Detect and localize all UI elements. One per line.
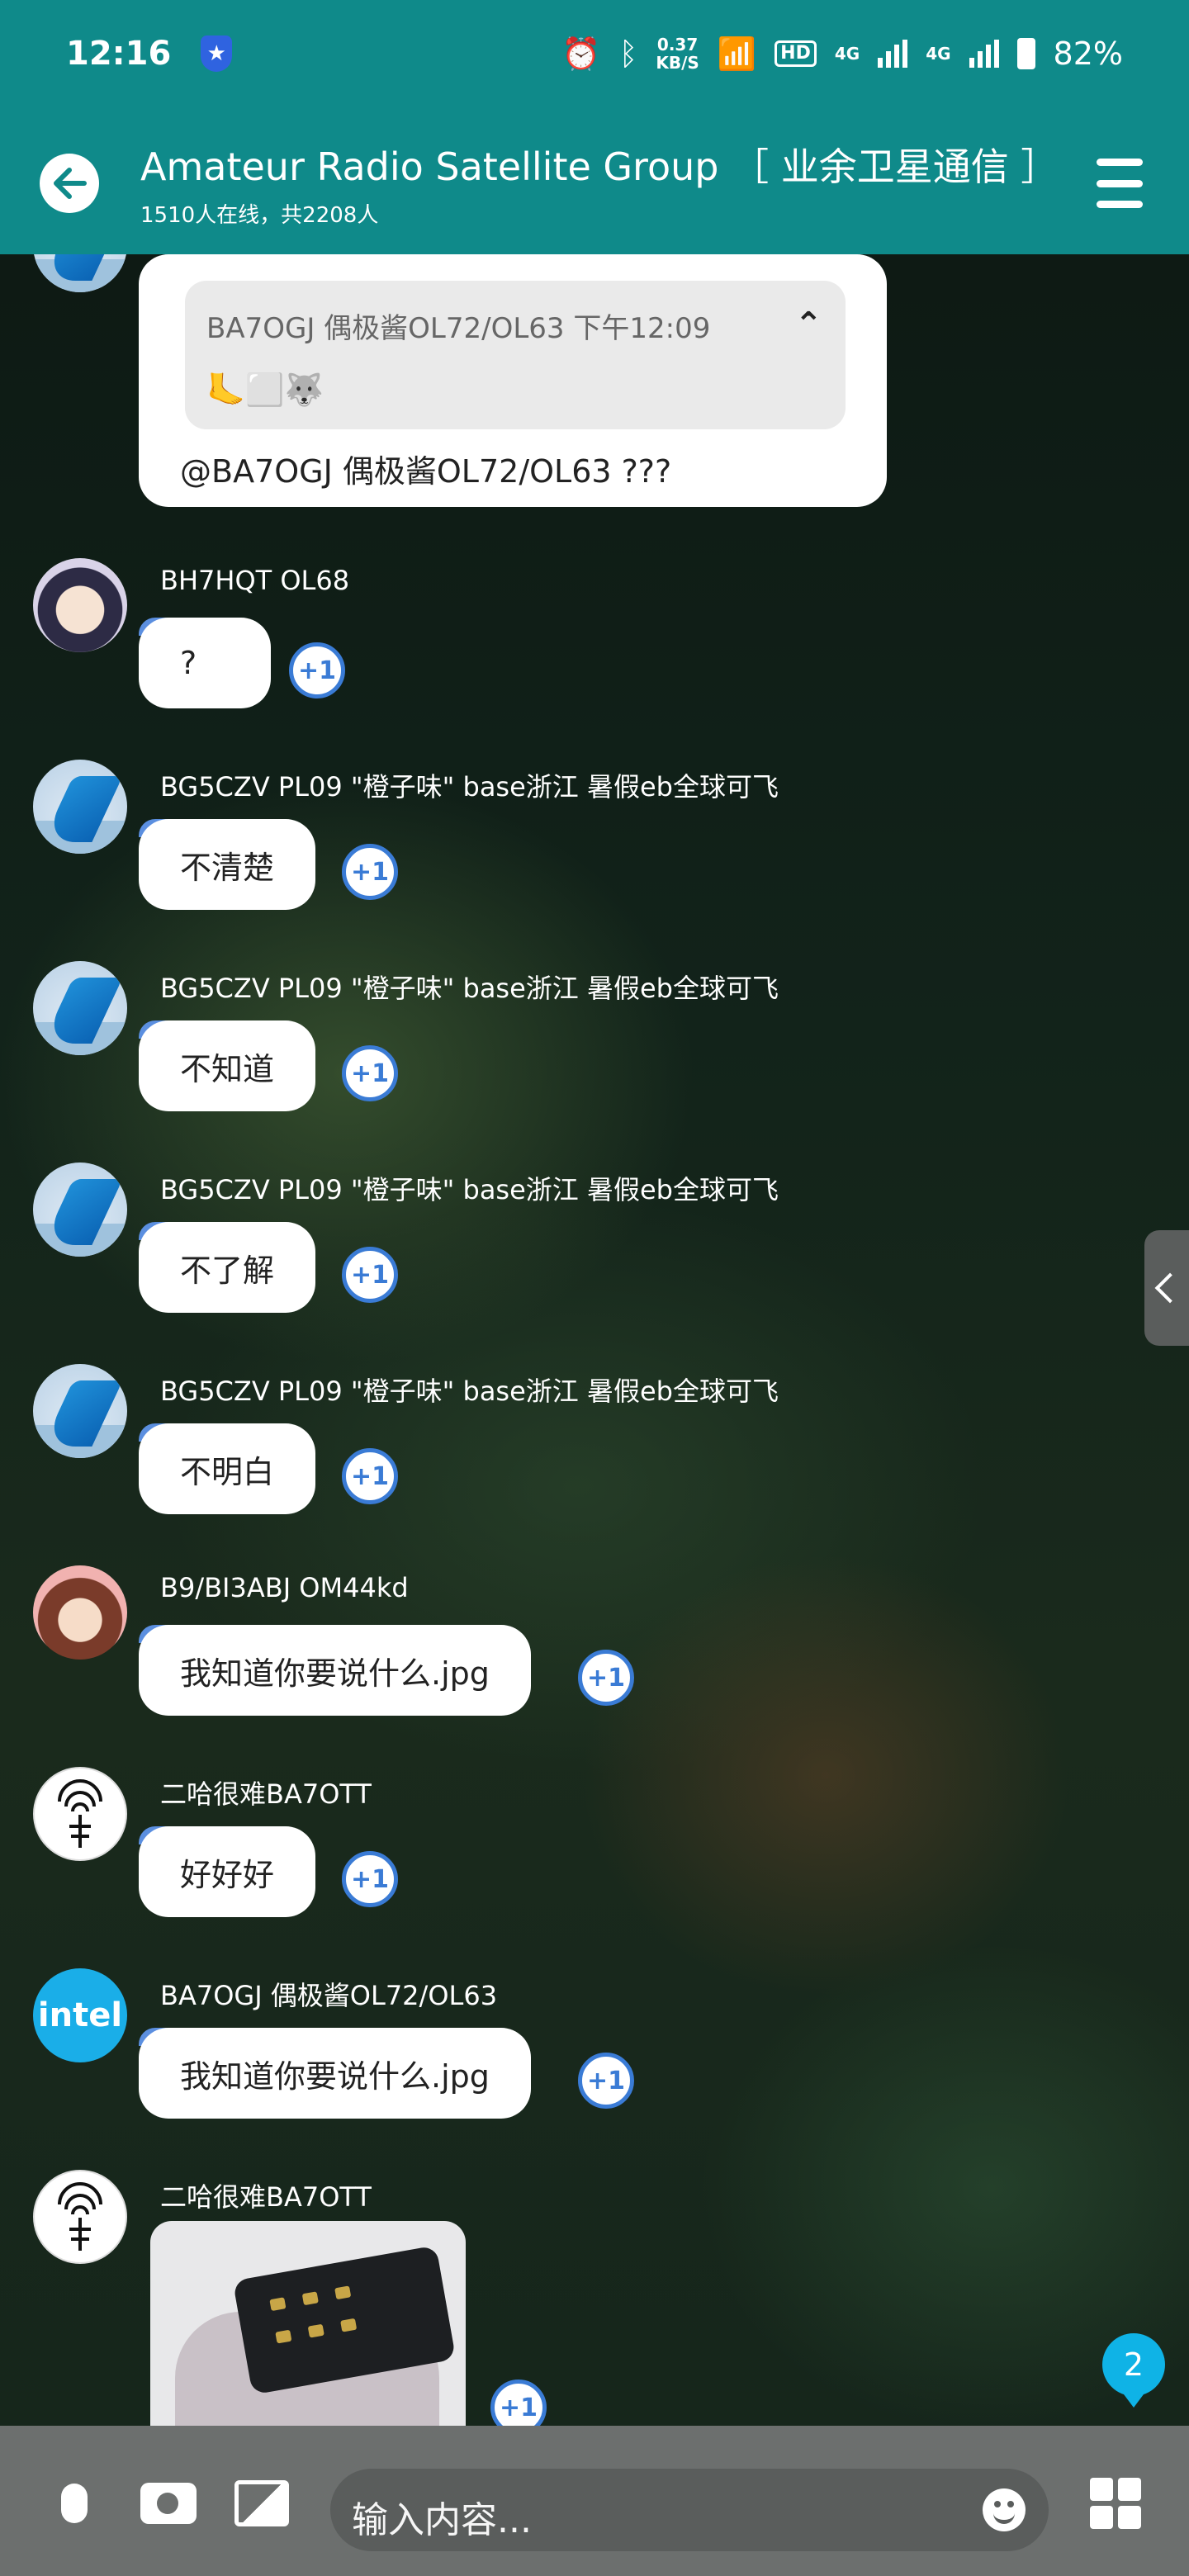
plus-one-button[interactable]: +1 [342,844,398,900]
plus-one-button[interactable]: +1 [342,1448,398,1504]
message-bubble[interactable]: 不明白 [139,1423,316,1514]
plus-one-button[interactable]: +1 [342,1247,398,1303]
plus-one-button[interactable]: +1 [490,2379,547,2426]
sender-name: BH7HQT OL68 [160,565,350,596]
avatar[interactable] [33,558,127,652]
image-message[interactable] [150,2221,466,2426]
message-text: @BA7OGJ 偶极酱OL72/OL63 ??? [180,453,672,490]
network-label-2: 4G [926,44,951,64]
quote-content: 🦶⬜🐺 [206,372,324,408]
emoji-icon[interactable] [983,2488,1026,2531]
avatar[interactable] [33,254,127,292]
sender-name: B9/BI3ABJ OM44kd [160,1572,409,1603]
battery-percent: 82% [1053,36,1123,72]
status-time: 12:16 [66,35,172,73]
avatar[interactable]: intel [33,1968,127,2062]
plus-one-button[interactable]: +1 [289,642,345,698]
message-bubble[interactable]: 好好好 [139,1826,316,1917]
message-bubble[interactable]: 不清楚 [139,819,316,910]
message-text: 我知道你要说什么.jpg [180,2057,490,2095]
sender-name: BG5CZV PL09 "橙子味" base浙江 暑假eb全球可飞 [160,1174,779,1205]
plus-one-button[interactable]: +1 [578,2053,634,2109]
message-text: 不了解 [180,1252,275,1289]
signal-icon-1 [878,40,908,68]
message-bubble[interactable]: 我知道你要说什么.jpg [139,2028,531,2119]
input-bar: 输入内容... [0,2426,1189,2576]
avatar[interactable] [33,1767,127,1861]
quote-sender: BA7OGJ 偶极酱OL72/OL63 下午12:09 [206,312,711,345]
menu-icon[interactable] [1097,159,1143,208]
avatar[interactable] [33,961,127,1055]
side-panel-toggle[interactable] [1144,1230,1189,1346]
antenna-icon [58,2182,102,2251]
back-arrow-icon [54,168,87,199]
input-placeholder: 输入内容... [352,2499,532,2541]
plus-one-button[interactable]: +1 [342,1045,398,1101]
shield-icon: ★ [201,36,233,72]
hd-icon: HD [775,40,817,67]
message-input[interactable]: 输入内容... [330,2469,1049,2551]
apps-icon[interactable] [1088,2475,1143,2531]
collapse-icon[interactable]: ⌃ [794,305,822,343]
status-bar: 12:16 ★ ⏰ ᛒ 0.37 KB/S 📶 HD 4G 4G 82% [0,0,1189,107]
chat-header: Amateur Radio Satellite Group ［ 业余卫星通信 ］… [0,107,1189,254]
wifi-icon: 📶 [717,35,757,72]
sender-name: BG5CZV PL09 "橙子味" base浙江 暑假eb全球可飞 [160,771,779,803]
battery-icon [1016,38,1035,69]
message-text: 我知道你要说什么.jpg [180,1655,490,1692]
alarm-icon: ⏰ [561,35,601,72]
avatar[interactable] [33,1163,127,1257]
avatar[interactable] [33,760,127,854]
camera-icon[interactable] [139,2475,198,2531]
quote-box[interactable]: BA7OGJ 偶极酱OL72/OL63 下午12:09 ⌃ 🦶⬜🐺 [185,281,846,429]
avatar[interactable] [33,1565,127,1660]
avatar[interactable] [33,2170,127,2264]
message-text: 不清楚 [180,849,275,886]
image-icon[interactable] [234,2475,289,2531]
plus-one-button[interactable]: +1 [342,1851,398,1907]
net-speed: 0.37 KB/S [656,35,699,73]
chat-messages[interactable]: BA7OGJ 偶极酱OL72/OL63 下午12:09 ⌃ 🦶⬜🐺 @BA7OG… [0,254,1189,2426]
sender-name: 二哈很难BA7OTT [160,1778,372,1810]
message-text: ? [180,645,197,681]
unread-count-badge[interactable]: 2 [1102,2333,1165,2408]
back-button[interactable] [40,154,99,213]
microphone-icon[interactable] [50,2475,99,2531]
avatar[interactable] [33,1364,127,1458]
network-label-1: 4G [834,44,860,64]
sender-name: BG5CZV PL09 "橙子味" base浙江 暑假eb全球可飞 [160,973,779,1004]
group-title: Amateur Radio Satellite Group ［ 业余卫星通信 ］ [140,144,1059,189]
antenna-icon [58,1779,102,1848]
status-icons: ⏰ ᛒ 0.37 KB/S 📶 HD 4G 4G 82% [561,36,1123,73]
sender-name: 二哈很难BA7OTT [160,2181,372,2213]
online-count: 1510人在线，共2208人 [140,203,379,228]
quoted-message-bubble[interactable]: BA7OGJ 偶极酱OL72/OL63 下午12:09 ⌃ 🦶⬜🐺 @BA7OG… [139,254,887,507]
message-text: 不知道 [180,1050,275,1087]
message-bubble[interactable]: 不了解 [139,1222,316,1313]
message-bubble[interactable]: ? [139,618,271,708]
message-text: 好好好 [180,1856,275,1893]
sender-name: BA7OGJ 偶极酱OL72/OL63 [160,1980,498,2011]
sender-name: BG5CZV PL09 "橙子味" base浙江 暑假eb全球可飞 [160,1376,779,1407]
message-bubble[interactable]: 不知道 [139,1020,316,1111]
message-bubble[interactable]: 我知道你要说什么.jpg [139,1625,531,1716]
bluetooth-icon: ᛒ [618,36,638,72]
plus-one-button[interactable]: +1 [578,1650,634,1706]
message-text: 不明白 [180,1453,275,1490]
signal-icon-2 [969,40,999,68]
